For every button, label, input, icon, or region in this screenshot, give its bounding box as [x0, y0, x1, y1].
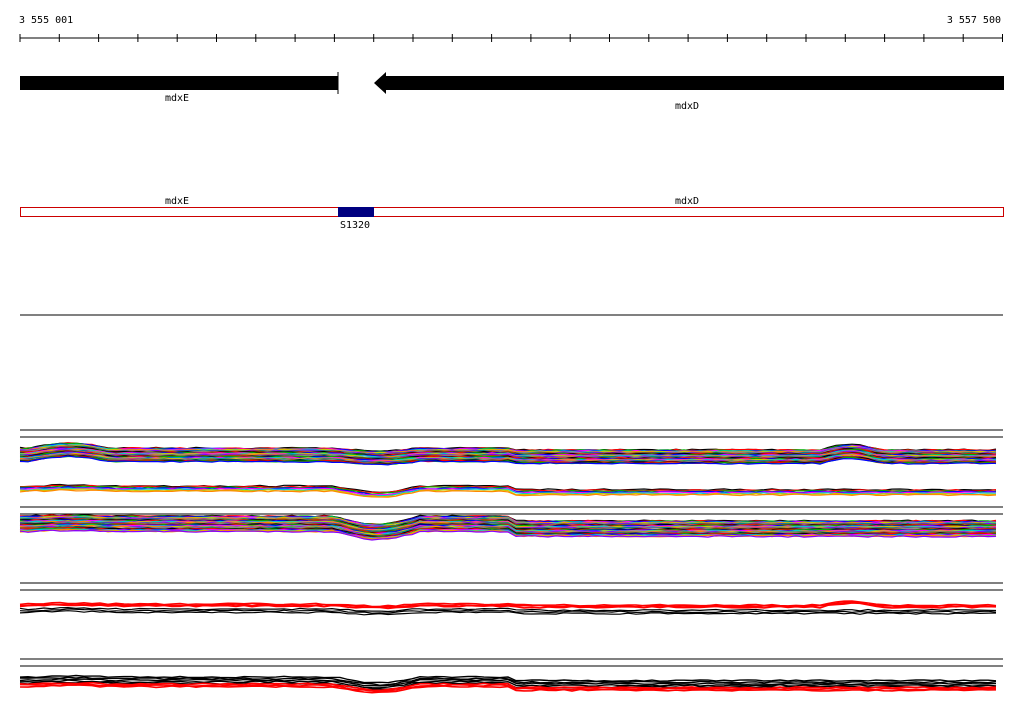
annotation-box [20, 207, 1004, 217]
genome-browser-view: 3 555 001 3 557 500 mdxE mdxD mdxE mdxD … [0, 0, 1024, 714]
feature-S1320[interactable] [338, 207, 374, 217]
feature-label-S1320: S1320 [340, 220, 370, 231]
ruler-start-label: 3 555 001 [19, 15, 73, 26]
gene-label-mdxD: mdxD [675, 101, 699, 112]
annotation-label-mdxE: mdxE [165, 196, 189, 207]
ruler-end-label: 3 557 500 [947, 15, 1001, 26]
annotation-label-mdxD: mdxD [675, 196, 699, 207]
gene-arrow-mdxD[interactable] [374, 72, 1004, 94]
expression-tracks [19, 442, 997, 694]
gene-label-mdxE: mdxE [165, 93, 189, 104]
genome-track-canvas: 3 555 001 3 557 500 mdxE mdxD mdxE mdxD … [19, 15, 1004, 694]
gene-arrow-mdxE[interactable] [20, 76, 338, 90]
